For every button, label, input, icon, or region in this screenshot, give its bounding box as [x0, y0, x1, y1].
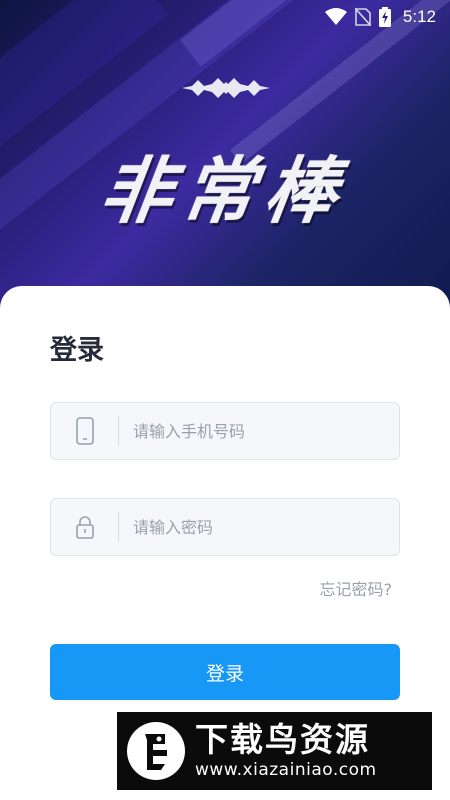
phone-input[interactable]: [119, 403, 399, 459]
password-input[interactable]: [119, 499, 399, 555]
watermark-title: 下载鸟资源: [195, 720, 370, 759]
password-field[interactable]: [50, 498, 400, 556]
hero-title: 非常棒: [95, 149, 353, 233]
wifi-icon: [324, 8, 347, 26]
status-time: 5:12: [402, 7, 436, 26]
login-button[interactable]: 登录: [50, 644, 400, 700]
no-sim-icon: [354, 8, 371, 26]
lock-icon: [51, 499, 118, 555]
phone-field[interactable]: [50, 402, 400, 460]
crown-ornament-icon: [182, 78, 270, 98]
login-title: 登录: [50, 335, 104, 366]
hero-banner: 5:12 非常棒: [0, 0, 450, 320]
status-bar: 5:12: [0, 0, 450, 34]
watermark-banner: 下载鸟资源 www.xiazainiao.com: [117, 712, 432, 790]
battery-charging-icon: [378, 7, 391, 27]
phone-icon: [51, 403, 118, 459]
forgot-password-link[interactable]: 忘记密码?: [320, 576, 393, 600]
bird-logo-icon: [127, 722, 185, 780]
watermark-url: www.xiazainiao.com: [195, 760, 377, 780]
